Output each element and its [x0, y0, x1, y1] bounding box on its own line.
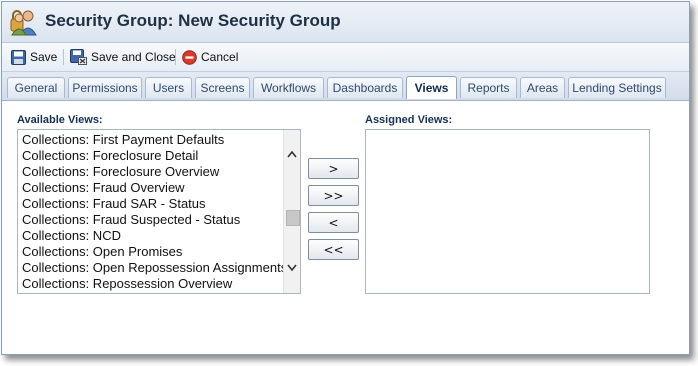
list-item[interactable]: Collections: Foreclosure Detail	[18, 148, 288, 164]
views-panel: Available Views: Assigned Views: Collect…	[2, 101, 689, 354]
tab-reports[interactable]: Reports	[460, 77, 517, 98]
list-item[interactable]: Collections: Repossession Overview	[18, 276, 288, 292]
add-view-button[interactable]: >	[308, 158, 359, 179]
window-title: Security Group: New Security Group	[45, 11, 341, 30]
list-item[interactable]: Collections: Open Repossession Assignmen…	[18, 260, 288, 276]
cancel-button[interactable]: Cancel	[182, 48, 238, 66]
remove-all-views-button[interactable]: <<	[308, 239, 359, 260]
save-and-close-label: Save and Close	[91, 50, 176, 64]
toolbar-divider	[175, 49, 176, 65]
list-item[interactable]: Collections: Fraud SAR - Status	[18, 196, 288, 212]
list-item[interactable]: Collections: Open Promises	[18, 244, 288, 260]
save-label: Save	[30, 50, 58, 64]
title-bar: Security Group: New Security Group	[2, 2, 689, 43]
tab-areas[interactable]: Areas	[520, 77, 565, 98]
list-item[interactable]: Collections: NCD	[18, 228, 288, 244]
tab-views[interactable]: Views	[406, 76, 457, 99]
remove-view-button[interactable]: <	[308, 212, 359, 233]
assigned-views-list[interactable]	[365, 129, 650, 294]
save-and-close-icon	[70, 49, 87, 65]
scroll-down-icon[interactable]	[287, 264, 297, 272]
security-group-icon	[10, 10, 37, 36]
toolbar-divider	[63, 49, 64, 65]
security-group-window: Security Group: New Security Group Save …	[1, 1, 690, 355]
available-views-list[interactable]: Collections: First Payment Defaults Coll…	[17, 129, 301, 294]
vertical-scrollbar[interactable]	[283, 130, 300, 293]
toolbar: Save Save and Close Cancel	[2, 43, 689, 72]
save-and-close-button[interactable]: Save and Close	[70, 48, 176, 66]
tab-workflows[interactable]: Workflows	[253, 77, 324, 98]
cancel-icon	[182, 49, 197, 65]
list-item[interactable]: Collections: Fraud Overview	[18, 180, 288, 196]
tab-screens[interactable]: Screens	[195, 77, 250, 98]
tab-dashboards[interactable]: Dashboards	[327, 77, 403, 98]
list-item[interactable]: Collections: Fraud Suspected - Status	[18, 212, 288, 228]
list-item[interactable]: Collections: First Payment Defaults	[18, 132, 288, 148]
tab-bar: General Permissions Users Screens Workfl…	[2, 72, 689, 101]
save-icon	[11, 49, 26, 65]
scroll-thumb[interactable]	[286, 210, 300, 226]
tab-users[interactable]: Users	[145, 77, 192, 98]
save-button[interactable]: Save	[11, 48, 57, 66]
tab-general[interactable]: General	[7, 77, 65, 98]
assigned-views-label: Assigned Views:	[365, 114, 453, 126]
tab-permissions[interactable]: Permissions	[68, 77, 142, 98]
available-views-label: Available Views:	[17, 114, 103, 126]
cancel-label: Cancel	[201, 50, 239, 64]
list-item[interactable]: Collections: Foreclosure Overview	[18, 164, 288, 180]
add-all-views-button[interactable]: >>	[308, 185, 359, 206]
scroll-up-icon[interactable]	[287, 150, 297, 158]
tab-lending-settings[interactable]: Lending Settings	[568, 77, 666, 98]
